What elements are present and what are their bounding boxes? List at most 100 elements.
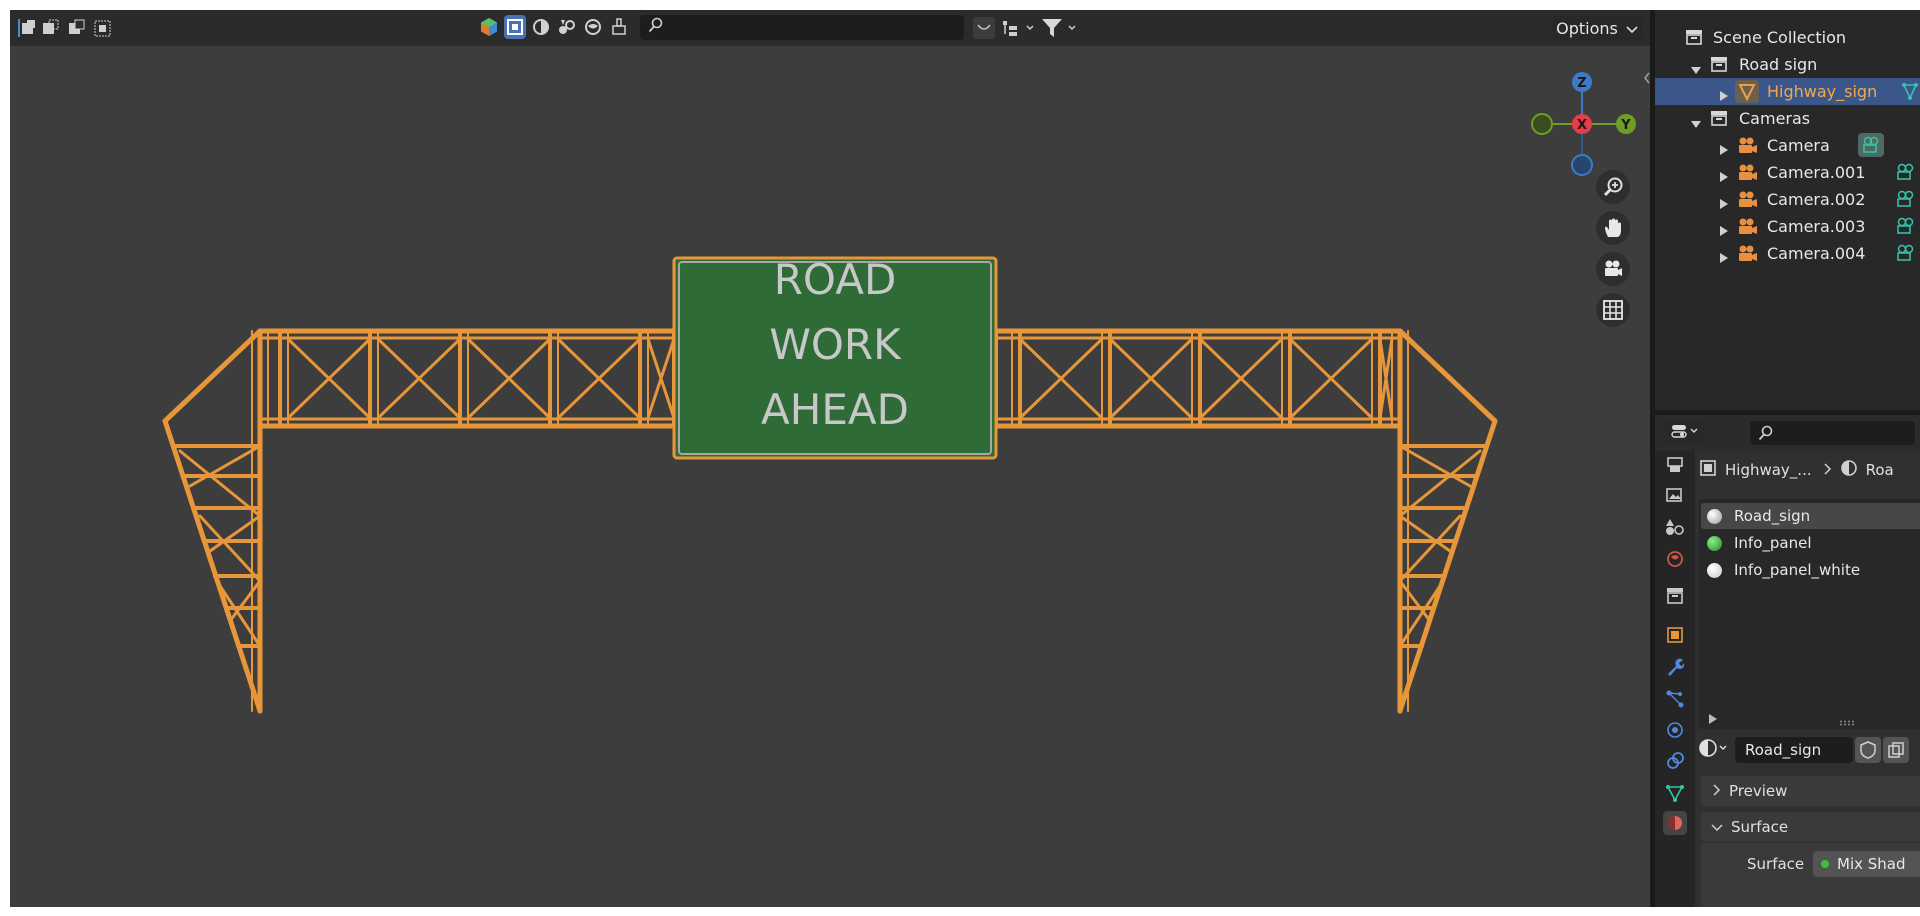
- material-browse-dropdown[interactable]: [1699, 737, 1739, 763]
- properties-header: [1655, 415, 1920, 451]
- overlays-icon[interactable]: [478, 15, 500, 39]
- surface-panel-header[interactable]: Surface: [1701, 812, 1920, 842]
- camera-data-icon[interactable]: [1858, 133, 1884, 157]
- gizmo-y-label: Y: [1620, 118, 1631, 133]
- outliner-camera-row[interactable]: Camera.001: [1655, 159, 1920, 186]
- preview-panel-header[interactable]: Preview: [1701, 776, 1920, 806]
- expand-right-icon[interactable]: [1720, 194, 1728, 213]
- expand-right-icon[interactable]: [1720, 140, 1728, 159]
- material-slot-list[interactable]: Road_sign Info_panel Info_panel_white: [1699, 499, 1920, 729]
- material-ball-icon: [1707, 562, 1722, 578]
- gizmo-neg-y-axis[interactable]: [1531, 113, 1553, 135]
- expand-right-icon[interactable]: [1720, 248, 1728, 267]
- resize-grip-icon[interactable]: [1839, 711, 1855, 731]
- outliner-object-highway-sign[interactable]: Highway_sign: [1655, 78, 1920, 105]
- outliner-camera-row[interactable]: Camera.003: [1655, 213, 1920, 240]
- filter-funnel-icon[interactable]: [1040, 16, 1080, 40]
- solid-shading-icon[interactable]: [530, 15, 552, 39]
- mesh-icon: [1735, 80, 1759, 103]
- material-slot-info-panel[interactable]: Info_panel: [1701, 530, 1920, 556]
- fake-user-shield-icon[interactable]: [1855, 737, 1881, 763]
- truss-beam: [1397, 328, 1498, 424]
- camera-view-icon[interactable]: [1596, 252, 1630, 286]
- camera-icon: [1737, 136, 1759, 160]
- material-tab-icon[interactable]: [1663, 811, 1687, 835]
- material-slot-label: Info_panel_white: [1734, 561, 1861, 579]
- camera-data-icon[interactable]: [1895, 243, 1917, 269]
- editor-type-dropdown[interactable]: [1665, 421, 1705, 445]
- truss-beam: [1398, 579, 1432, 623]
- object-tab-icon[interactable]: [1663, 623, 1687, 647]
- expand-down-icon[interactable]: [1691, 114, 1701, 133]
- material-slot-label: Info_panel: [1734, 534, 1812, 552]
- chevron-down-icon: [1711, 818, 1723, 836]
- duplicate-icon[interactable]: [1883, 737, 1909, 763]
- sidebar-toggle-icon[interactable]: [1642, 70, 1650, 86]
- material-name-field[interactable]: Road_sign: [1735, 737, 1853, 763]
- outliner-camera-row[interactable]: Camera: [1655, 132, 1920, 159]
- expand-right-icon[interactable]: [1720, 86, 1728, 105]
- xray-icon[interactable]: [504, 15, 526, 39]
- select-extend-icon[interactable]: [40, 17, 62, 39]
- paint-brush-icon[interactable]: [608, 15, 630, 39]
- gizmo-neg-z-axis[interactable]: [1571, 154, 1593, 176]
- material-slot-info-panel-white[interactable]: Info_panel_white: [1701, 557, 1920, 583]
- options-dropdown[interactable]: Options: [1552, 16, 1642, 40]
- expand-right-icon[interactable]: [1720, 221, 1728, 240]
- outliner-camera-row[interactable]: Camera.004: [1655, 240, 1920, 267]
- camera-data-icon[interactable]: [1895, 162, 1917, 188]
- outliner-collection-cameras[interactable]: Cameras: [1655, 105, 1920, 132]
- navigation-gizmo[interactable]: Z Y X: [1531, 72, 1636, 176]
- mesh-data-tab-icon[interactable]: [1663, 781, 1687, 805]
- outliner-item-label: Camera.003: [1767, 217, 1866, 236]
- expand-down-icon[interactable]: [1691, 60, 1701, 79]
- view-layer-tab-icon[interactable]: [1663, 515, 1687, 539]
- truss-beam: [218, 584, 262, 648]
- select-subtract-icon[interactable]: [66, 17, 88, 39]
- expand-right-icon[interactable]: [1720, 167, 1728, 186]
- modifier-wrench-icon[interactable]: [1663, 655, 1687, 679]
- surface-shader-selector[interactable]: Mix Shad: [1813, 851, 1920, 877]
- material-slot-road-sign[interactable]: Road_sign: [1701, 503, 1920, 529]
- expand-right-icon[interactable]: [1709, 709, 1717, 729]
- 3d-viewport[interactable]: Options ROAD WORK AHEAD Z Y X: [10, 10, 1650, 907]
- material-icon: [1840, 459, 1858, 481]
- material-preview-icon[interactable]: [556, 15, 578, 39]
- camera-icon: [1737, 244, 1759, 268]
- sign-panel[interactable]: ROAD WORK AHEAD: [672, 255, 998, 460]
- select-new-icon[interactable]: [16, 17, 38, 39]
- properties-panel: Highway_... Roa Road_sign Info_panel Inf…: [1655, 415, 1920, 907]
- truss-beam: [228, 579, 262, 623]
- hierarchy-dropdown-icon[interactable]: [1000, 16, 1038, 40]
- camera-data-icon[interactable]: [1895, 216, 1917, 242]
- particles-tab-icon[interactable]: [1663, 687, 1687, 711]
- grid-ortho-icon[interactable]: [1596, 293, 1630, 327]
- outliner-scene-collection[interactable]: Scene Collection: [1655, 24, 1920, 51]
- truss-beam: [162, 328, 263, 424]
- pan-hand-icon[interactable]: [1596, 211, 1630, 245]
- scene-tab-icon[interactable]: [1663, 547, 1687, 571]
- filter-toggle-icon[interactable]: [973, 17, 995, 39]
- options-label: Options: [1556, 18, 1618, 38]
- outliner-collection-road-sign[interactable]: Road sign: [1655, 51, 1920, 78]
- output-tab-icon[interactable]: [1663, 483, 1687, 507]
- outliner-camera-row[interactable]: Camera.002: [1655, 186, 1920, 213]
- camera-data-icon[interactable]: [1895, 189, 1917, 215]
- viewport-search-input[interactable]: [640, 15, 964, 40]
- zoom-icon[interactable]: [1596, 170, 1630, 204]
- render-tab-icon[interactable]: [1663, 453, 1687, 477]
- outliner-item-label: Camera.004: [1767, 244, 1866, 263]
- blender-window: Options ROAD WORK AHEAD Z Y X Scene Coll…: [10, 10, 1920, 907]
- sign-line-2: WORK: [769, 320, 902, 369]
- select-intersect-icon[interactable]: [92, 17, 114, 39]
- physics-tab-icon[interactable]: [1663, 718, 1687, 742]
- collection-tab-icon[interactable]: [1663, 584, 1687, 608]
- viewport-header: Options: [10, 10, 1650, 46]
- surface-shader-value: Mix Shad: [1837, 855, 1906, 873]
- mesh-data-icon[interactable]: [1901, 82, 1919, 106]
- viewport-canvas[interactable]: ROAD WORK AHEAD Z Y X: [10, 46, 1650, 907]
- rendered-shading-icon[interactable]: [582, 15, 604, 39]
- constraints-tab-icon[interactable]: [1663, 749, 1687, 773]
- properties-search-input[interactable]: [1750, 421, 1915, 445]
- properties-editor-icon: [1670, 422, 1700, 445]
